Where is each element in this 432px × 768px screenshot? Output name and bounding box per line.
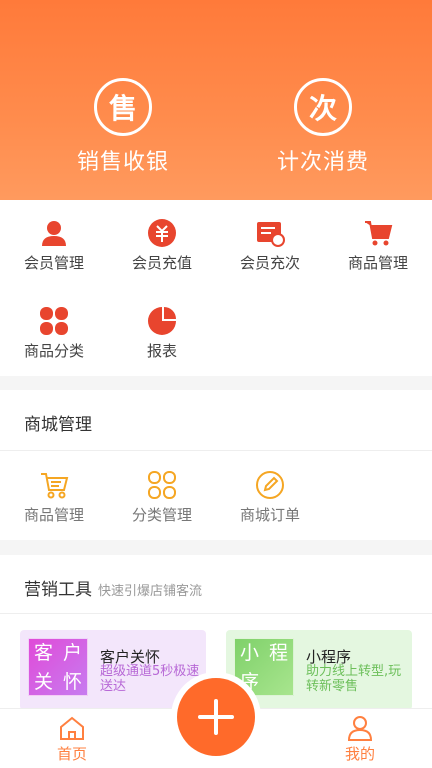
hero-banner: 售 销售收银 次 计次消费 xyxy=(0,0,432,200)
marketing-section-title: 营销工具 快速引爆店铺客流 xyxy=(24,575,202,600)
category-icon xyxy=(40,307,68,335)
tab-home-label: 首页 xyxy=(56,745,87,763)
cart-icon xyxy=(365,221,393,246)
divider xyxy=(0,613,432,614)
tile-char: 小 xyxy=(239,642,259,664)
sales-checkout-button[interactable]: 售 销售收银 xyxy=(48,78,198,176)
count-consume-button[interactable]: 次 计次消费 xyxy=(248,78,398,176)
menu-report[interactable]: 报表 xyxy=(108,306,216,361)
tile-char: 客 xyxy=(33,642,53,664)
count-label: 计次消费 xyxy=(276,150,369,175)
cart-outline-icon xyxy=(41,473,69,499)
menu-label: 报表 xyxy=(146,342,177,360)
menu-member-management[interactable]: 会员管理 xyxy=(0,218,108,273)
marketing-title: 营销工具 xyxy=(24,580,92,600)
tile-char: 程 xyxy=(268,642,288,664)
divider xyxy=(0,450,432,451)
user-icon xyxy=(347,716,373,741)
tab-home[interactable]: 首页 xyxy=(36,715,108,764)
grid-outline-icon xyxy=(148,471,176,499)
tile-char: 关 xyxy=(33,671,53,693)
menu-label: 会员充次 xyxy=(239,254,300,272)
mall-label: 商品管理 xyxy=(23,506,84,524)
menu-product-management[interactable]: 商品管理 xyxy=(324,218,432,273)
plus-icon xyxy=(198,699,234,735)
customer-care-tile: 客 户 关 怀 xyxy=(28,638,88,696)
tile-char: 户 xyxy=(62,642,82,664)
menu-product-category[interactable]: 商品分类 xyxy=(0,306,108,361)
mall-category-management[interactable]: 分类管理 xyxy=(108,470,216,525)
home-icon xyxy=(60,716,84,740)
mall-label: 商城订单 xyxy=(239,506,300,524)
tile-char xyxy=(264,668,293,697)
menu-label: 会员管理 xyxy=(23,254,84,272)
menu-label: 会员充值 xyxy=(131,254,192,272)
menu-member-count-card[interactable]: 会员充次 xyxy=(216,218,324,273)
menu-label: 商品管理 xyxy=(347,254,408,272)
mall-management-section: 商城管理 商品管理 分类管理 商城订单 xyxy=(0,390,432,540)
tab-mine[interactable]: 我的 xyxy=(324,715,396,764)
count-icon: 次 xyxy=(294,78,352,136)
recharge-icon xyxy=(148,219,176,247)
add-button[interactable] xyxy=(177,678,255,756)
pie-chart-icon xyxy=(148,307,176,335)
mall-product-management[interactable]: 商品管理 xyxy=(0,470,108,525)
mall-orders[interactable]: 商城订单 xyxy=(216,470,324,525)
card-description: 助力线上转型,玩转新零售 xyxy=(306,664,402,694)
sales-label: 销售收银 xyxy=(76,150,169,175)
tile-char: 怀 xyxy=(62,671,82,693)
edit-outline-icon xyxy=(256,471,284,499)
sales-icon: 售 xyxy=(94,78,152,136)
mall-label: 分类管理 xyxy=(131,506,192,524)
member-icon xyxy=(42,221,66,246)
mall-section-title: 商城管理 xyxy=(24,415,92,435)
menu-member-recharge[interactable]: 会员充值 xyxy=(108,218,216,273)
quick-menu: 会员管理 会员充值 会员充次 商品管理 商品分类 报表 xyxy=(0,200,432,376)
marketing-subtitle: 快速引爆店铺客流 xyxy=(98,584,203,599)
tab-mine-label: 我的 xyxy=(344,745,375,763)
menu-label: 商品分类 xyxy=(23,342,84,360)
count-card-icon xyxy=(257,222,285,247)
